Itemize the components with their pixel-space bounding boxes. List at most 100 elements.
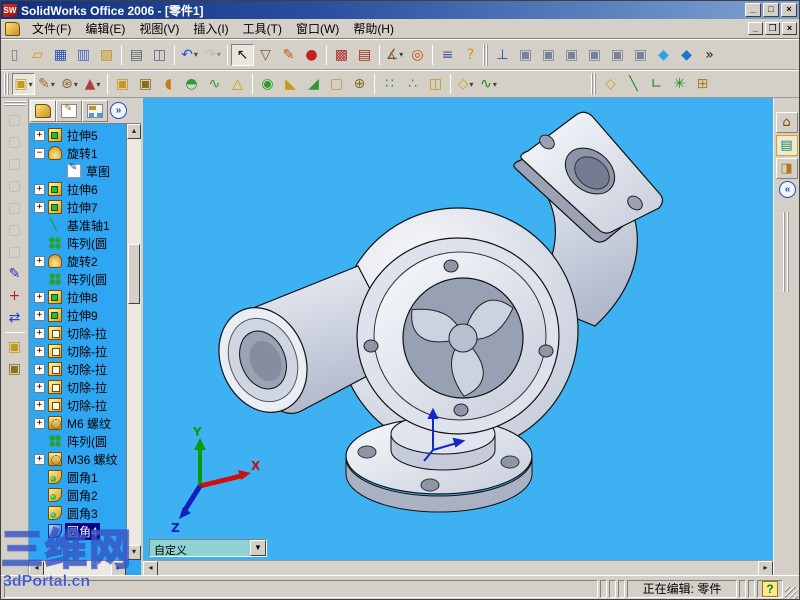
menu-item[interactable]: 视图(V): [132, 18, 186, 39]
quick-tips-icon[interactable]: ?: [762, 580, 778, 597]
scroll-up-icon[interactable]: ▴: [127, 124, 141, 139]
fillet-button[interactable]: ◉: [256, 73, 279, 95]
tree-expander[interactable]: +: [34, 183, 45, 195]
dropdown-arrow-icon[interactable]: ▾: [399, 50, 403, 59]
scroll-left-icon[interactable]: ◂: [29, 561, 44, 576]
tree-item[interactable]: 阵列(圆: [29, 432, 126, 450]
tree-expander[interactable]: +: [34, 255, 45, 267]
tree-item[interactable]: 阵列(圆: [29, 270, 126, 288]
bottom-view-button[interactable]: ▣: [629, 44, 652, 66]
tree-expander[interactable]: +: [34, 327, 45, 339]
tree-item[interactable]: + 切除-拉: [29, 396, 126, 414]
maximize-button[interactable]: □: [763, 3, 779, 17]
make-drawing-from-part-button[interactable]: ▥: [72, 44, 95, 66]
linear-pattern-button[interactable]: ∷: [378, 73, 401, 95]
tree-expander[interactable]: +: [34, 201, 45, 213]
new-button[interactable]: ▯: [3, 44, 26, 66]
tree-item[interactable]: 草图: [29, 162, 126, 180]
measure-button[interactable]: ∡ ▾: [383, 44, 406, 66]
save-button[interactable]: ▦: [49, 44, 72, 66]
task-pane-splitter[interactable]: [783, 212, 790, 292]
minimize-button[interactable]: _: [745, 3, 761, 17]
menu-item[interactable]: 工具(T): [236, 18, 289, 39]
back-view-button[interactable]: ▣: [537, 44, 560, 66]
close-button[interactable]: ×: [781, 3, 797, 17]
tree-item[interactable]: + 切除-拉: [29, 324, 126, 342]
3d-sketch-button[interactable]: +: [3, 285, 27, 307]
extruded-boss-button[interactable]: ▣: [111, 73, 134, 95]
tree-item[interactable]: + 切除-拉: [29, 378, 126, 396]
print-preview-button[interactable]: ◫: [148, 44, 171, 66]
menu-item[interactable]: 插入(I): [186, 18, 235, 39]
tree-expander[interactable]: +: [34, 363, 45, 375]
dropdown-arrow-icon[interactable]: ▾: [51, 80, 55, 89]
extruded-boss-side-button[interactable]: ▣: [3, 336, 27, 358]
front-view-button[interactable]: ▣: [514, 44, 537, 66]
point-button[interactable]: ✳: [668, 73, 691, 95]
dropdown-arrow-icon[interactable]: ▾: [469, 80, 473, 89]
hole-wizard-flyout-button[interactable]: ⊛ ▾: [58, 73, 81, 95]
scroll-thumb[interactable]: [128, 244, 140, 304]
home-tab[interactable]: ⌂: [775, 112, 798, 133]
normal-to-button[interactable]: ⊥: [491, 44, 514, 66]
lofted-boss-button[interactable]: △: [226, 73, 249, 95]
doc-restore-button[interactable]: ❒: [765, 22, 780, 35]
tree-item[interactable]: + 拉伸9: [29, 306, 126, 324]
tree-item[interactable]: 圆角4: [29, 522, 126, 540]
tree-item[interactable]: + M6 螺纹: [29, 414, 126, 432]
swept-boss-button[interactable]: ∿: [203, 73, 226, 95]
combo-dropdown-icon[interactable]: ▼: [250, 540, 266, 556]
toolbar-grip[interactable]: [4, 73, 9, 95]
coordinate-system-button[interactable]: ∟: [645, 73, 668, 95]
viewport-horizontal-scrollbar[interactable]: ◂ ▸: [143, 560, 773, 575]
dropdown-arrow-icon[interactable]: ▾: [29, 80, 33, 89]
move-copy-button[interactable]: ⇄: [3, 307, 27, 329]
menu-item[interactable]: 文件(F): [25, 18, 78, 39]
solidworks-resources-tab[interactable]: ▤: [775, 135, 798, 156]
extruded-cut-button[interactable]: ▣: [134, 73, 157, 95]
tree-item[interactable]: + 切除-拉: [29, 360, 126, 378]
chamfer-button[interactable]: ◣: [279, 73, 302, 95]
task-pane-collapse-button[interactable]: «: [779, 181, 796, 198]
isometric-view-button[interactable]: ◆: [652, 44, 675, 66]
toolbar-grip[interactable]: [483, 43, 488, 66]
feature-manager-tab[interactable]: [30, 99, 56, 122]
rib-button[interactable]: ◢: [302, 73, 325, 95]
toolbar-grip[interactable]: [591, 73, 596, 95]
doc-close-button[interactable]: ×: [782, 22, 797, 35]
mirror-button[interactable]: ◫: [424, 73, 447, 95]
options-button[interactable]: ≡: [436, 44, 459, 66]
select-button[interactable]: ↖: [231, 43, 254, 66]
shell-button[interactable]: ▢: [325, 73, 348, 95]
tree-item[interactable]: + 旋转2: [29, 252, 126, 270]
property-manager-tab[interactable]: [56, 99, 82, 122]
tree-panel-chevron-button[interactable]: »: [110, 102, 127, 119]
print-button[interactable]: ▤: [125, 44, 148, 66]
scroll-right-icon[interactable]: ▸: [111, 561, 126, 576]
tree-item[interactable]: 圆角1: [29, 468, 126, 486]
tree-expander[interactable]: +: [34, 129, 45, 141]
design-library-tab[interactable]: ◨: [775, 158, 798, 179]
tree-expander[interactable]: +: [34, 309, 45, 321]
tree-expander[interactable]: +: [34, 453, 45, 465]
tree-item[interactable]: − 旋转1: [29, 144, 126, 162]
color-palette-button[interactable]: ▩: [330, 44, 353, 66]
check-entity-button[interactable]: ◎: [406, 44, 429, 66]
dropdown-arrow-icon[interactable]: ▾: [96, 80, 100, 89]
mate-reference-button[interactable]: ⊞: [691, 73, 714, 95]
selection-filter-button[interactable]: ▽: [254, 44, 277, 66]
left-view-button[interactable]: ▣: [560, 44, 583, 66]
dropdown-arrow-icon[interactable]: ▾: [217, 50, 221, 59]
selection-tools-flyout-button[interactable]: ▲ ▾: [81, 73, 104, 95]
tree-item[interactable]: + M36 螺纹: [29, 450, 126, 468]
axis-button[interactable]: ╲: [622, 73, 645, 95]
scroll-down-icon[interactable]: ▾: [127, 545, 141, 560]
circular-pattern-button[interactable]: ∴: [401, 73, 424, 95]
plane-button[interactable]: ◇: [599, 73, 622, 95]
reference-plane-button[interactable]: ◇ ▾: [454, 73, 477, 95]
tree-expander[interactable]: −: [34, 147, 45, 159]
view-combo[interactable]: 自定义 ▼: [149, 539, 267, 557]
resize-grip[interactable]: [785, 587, 798, 599]
undo-button[interactable]: ↶ ▾: [178, 44, 201, 66]
tree-item[interactable]: + 拉伸8: [29, 288, 126, 306]
